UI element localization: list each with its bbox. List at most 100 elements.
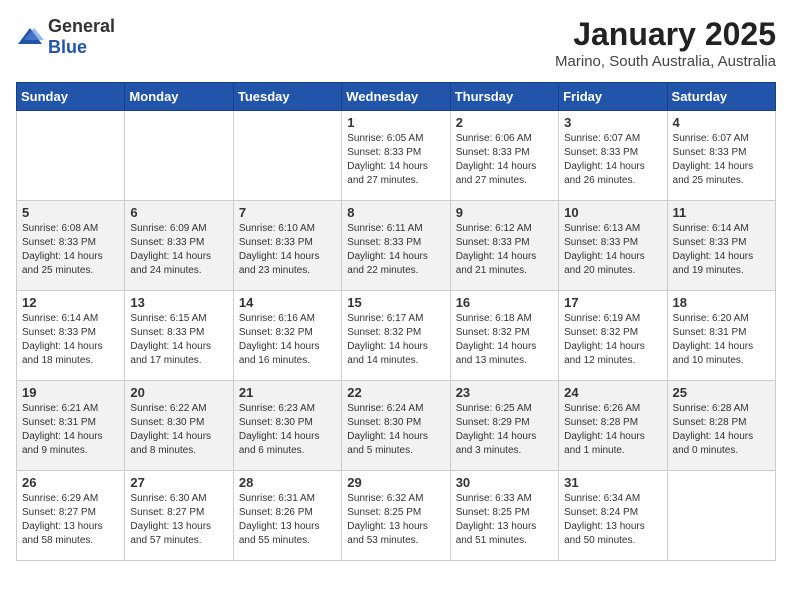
calendar-cell: 23 Sunrise: 6:25 AMSunset: 8:29 PMDayligh…	[450, 381, 558, 471]
calendar-cell: 14 Sunrise: 6:16 AMSunset: 8:32 PMDayligh…	[233, 291, 341, 381]
month-title: January 2025	[555, 16, 776, 53]
day-info: Sunrise: 6:34 AMSunset: 8:24 PMDaylight:…	[564, 492, 661, 548]
calendar-cell: 3 Sunrise: 6:07 AMSunset: 8:33 PMDaylight…	[559, 111, 667, 201]
day-number: 23	[456, 385, 553, 400]
day-info: Sunrise: 6:08 AMSunset: 8:33 PMDaylight:…	[22, 222, 119, 278]
day-info: Sunrise: 6:22 AMSunset: 8:30 PMDaylight:…	[130, 402, 227, 458]
calendar-cell: 27Sunrise: 6:30 AMSunset: 8:27 PMDayligh…	[125, 471, 233, 561]
logo-icon	[16, 26, 44, 48]
day-info: Sunrise: 6:12 AMSunset: 8:33 PMDaylight:…	[456, 222, 553, 278]
day-info: Sunrise: 6:19 AMSunset: 8:32 PMDaylight:…	[564, 312, 661, 368]
calendar-cell: 5 Sunrise: 6:08 AMSunset: 8:33 PMDaylight…	[17, 201, 125, 291]
calendar-cell: 11 Sunrise: 6:14 AMSunset: 8:33 PMDayligh…	[667, 201, 775, 291]
logo-blue: Blue	[48, 37, 87, 57]
day-number: 30	[456, 475, 553, 490]
day-number: 2	[456, 115, 553, 130]
logo-general: General	[48, 16, 115, 36]
calendar-cell: 17 Sunrise: 6:19 AMSunset: 8:32 PMDayligh…	[559, 291, 667, 381]
calendar-cell: 29 Sunrise: 6:32 AMSunset: 8:25 PMDayligh…	[342, 471, 450, 561]
day-info: Sunrise: 6:21 AMSunset: 8:31 PMDaylight:…	[22, 402, 119, 458]
day-info: Sunrise: 6:17 AMSunset: 8:32 PMDaylight:…	[347, 312, 444, 368]
calendar-week-row: 12Sunrise: 6:14 AMSunset: 8:33 PMDayligh…	[17, 291, 776, 381]
day-info: Sunrise: 6:25 AMSunset: 8:29 PMDaylight:…	[456, 402, 553, 458]
calendar-cell: 24 Sunrise: 6:26 AMSunset: 8:28 PMDayligh…	[559, 381, 667, 471]
day-info: Sunrise: 6:14 AMSunset: 8:33 PMDaylight:…	[673, 222, 770, 278]
day-number: 11	[673, 205, 770, 220]
calendar-cell: 18 Sunrise: 6:20 AMSunset: 8:31 PMDayligh…	[667, 291, 775, 381]
calendar-cell: 16Sunrise: 6:18 AMSunset: 8:32 PMDayligh…	[450, 291, 558, 381]
header-saturday: Saturday	[667, 83, 775, 111]
calendar-cell: 30 Sunrise: 6:33 AMSunset: 8:25 PMDayligh…	[450, 471, 558, 561]
day-number: 29	[347, 475, 444, 490]
day-number: 5	[22, 205, 119, 220]
calendar-cell: 2 Sunrise: 6:06 AMSunset: 8:33 PMDaylight…	[450, 111, 558, 201]
calendar-week-row: 1 Sunrise: 6:05 AMSunset: 8:33 PMDaylight…	[17, 111, 776, 201]
day-number: 28	[239, 475, 336, 490]
day-number: 17	[564, 295, 661, 310]
calendar-cell: 28 Sunrise: 6:31 AMSunset: 8:26 PMDayligh…	[233, 471, 341, 561]
day-info: Sunrise: 6:16 AMSunset: 8:32 PMDaylight:…	[239, 312, 336, 368]
calendar-cell	[667, 471, 775, 561]
calendar-cell: 31Sunrise: 6:34 AMSunset: 8:24 PMDayligh…	[559, 471, 667, 561]
day-info: Sunrise: 6:10 AMSunset: 8:33 PMDaylight:…	[239, 222, 336, 278]
day-number: 18	[673, 295, 770, 310]
day-number: 1	[347, 115, 444, 130]
header-tuesday: Tuesday	[233, 83, 341, 111]
day-number: 10	[564, 205, 661, 220]
day-number: 25	[673, 385, 770, 400]
day-info: Sunrise: 6:32 AMSunset: 8:25 PMDaylight:…	[347, 492, 444, 548]
day-info: Sunrise: 6:33 AMSunset: 8:25 PMDaylight:…	[456, 492, 553, 548]
day-number: 14	[239, 295, 336, 310]
calendar-cell	[233, 111, 341, 201]
calendar-table: SundayMondayTuesdayWednesdayThursdayFrid…	[16, 82, 776, 561]
day-info: Sunrise: 6:28 AMSunset: 8:28 PMDaylight:…	[673, 402, 770, 458]
day-info: Sunrise: 6:07 AMSunset: 8:33 PMDaylight:…	[673, 132, 770, 188]
day-info: Sunrise: 6:24 AMSunset: 8:30 PMDaylight:…	[347, 402, 444, 458]
day-info: Sunrise: 6:09 AMSunset: 8:33 PMDaylight:…	[130, 222, 227, 278]
calendar-cell: 4 Sunrise: 6:07 AMSunset: 8:33 PMDaylight…	[667, 111, 775, 201]
day-number: 7	[239, 205, 336, 220]
calendar-cell: 20 Sunrise: 6:22 AMSunset: 8:30 PMDayligh…	[125, 381, 233, 471]
calendar-cell: 19Sunrise: 6:21 AMSunset: 8:31 PMDayligh…	[17, 381, 125, 471]
day-info: Sunrise: 6:31 AMSunset: 8:26 PMDaylight:…	[239, 492, 336, 548]
calendar-cell: 22Sunrise: 6:24 AMSunset: 8:30 PMDayligh…	[342, 381, 450, 471]
header-wednesday: Wednesday	[342, 83, 450, 111]
calendar-cell: 15 Sunrise: 6:17 AMSunset: 8:32 PMDayligh…	[342, 291, 450, 381]
day-number: 9	[456, 205, 553, 220]
calendar-header-row: SundayMondayTuesdayWednesdayThursdayFrid…	[17, 83, 776, 111]
day-number: 20	[130, 385, 227, 400]
day-number: 3	[564, 115, 661, 130]
day-number: 24	[564, 385, 661, 400]
calendar-cell: 25 Sunrise: 6:28 AMSunset: 8:28 PMDayligh…	[667, 381, 775, 471]
calendar-cell: 10 Sunrise: 6:13 AMSunset: 8:33 PMDayligh…	[559, 201, 667, 291]
day-info: Sunrise: 6:13 AMSunset: 8:33 PMDaylight:…	[564, 222, 661, 278]
day-number: 26	[22, 475, 119, 490]
header-friday: Friday	[559, 83, 667, 111]
day-info: Sunrise: 6:11 AMSunset: 8:33 PMDaylight:…	[347, 222, 444, 278]
calendar-cell	[125, 111, 233, 201]
calendar-cell: 21Sunrise: 6:23 AMSunset: 8:30 PMDayligh…	[233, 381, 341, 471]
header-thursday: Thursday	[450, 83, 558, 111]
day-number: 15	[347, 295, 444, 310]
day-info: Sunrise: 6:29 AMSunset: 8:27 PMDaylight:…	[22, 492, 119, 548]
calendar-cell	[17, 111, 125, 201]
calendar-cell: 6 Sunrise: 6:09 AMSunset: 8:33 PMDaylight…	[125, 201, 233, 291]
day-info: Sunrise: 6:26 AMSunset: 8:28 PMDaylight:…	[564, 402, 661, 458]
day-number: 4	[673, 115, 770, 130]
day-info: Sunrise: 6:15 AMSunset: 8:33 PMDaylight:…	[130, 312, 227, 368]
day-number: 6	[130, 205, 227, 220]
day-number: 8	[347, 205, 444, 220]
day-info: Sunrise: 6:06 AMSunset: 8:33 PMDaylight:…	[456, 132, 553, 188]
calendar-cell: 1 Sunrise: 6:05 AMSunset: 8:33 PMDaylight…	[342, 111, 450, 201]
calendar-cell: 26 Sunrise: 6:29 AMSunset: 8:27 PMDayligh…	[17, 471, 125, 561]
day-info: Sunrise: 6:07 AMSunset: 8:33 PMDaylight:…	[564, 132, 661, 188]
page-header: General Blue January 2025 Marino, South …	[16, 16, 776, 70]
day-info: Sunrise: 6:18 AMSunset: 8:32 PMDaylight:…	[456, 312, 553, 368]
calendar-cell: 7 Sunrise: 6:10 AMSunset: 8:33 PMDaylight…	[233, 201, 341, 291]
day-info: Sunrise: 6:20 AMSunset: 8:31 PMDaylight:…	[673, 312, 770, 368]
calendar-cell: 9 Sunrise: 6:12 AMSunset: 8:33 PMDaylight…	[450, 201, 558, 291]
day-info: Sunrise: 6:05 AMSunset: 8:33 PMDaylight:…	[347, 132, 444, 188]
location-title: Marino, South Australia, Australia	[555, 53, 776, 70]
title-block: January 2025 Marino, South Australia, Au…	[555, 16, 776, 70]
day-number: 21	[239, 385, 336, 400]
